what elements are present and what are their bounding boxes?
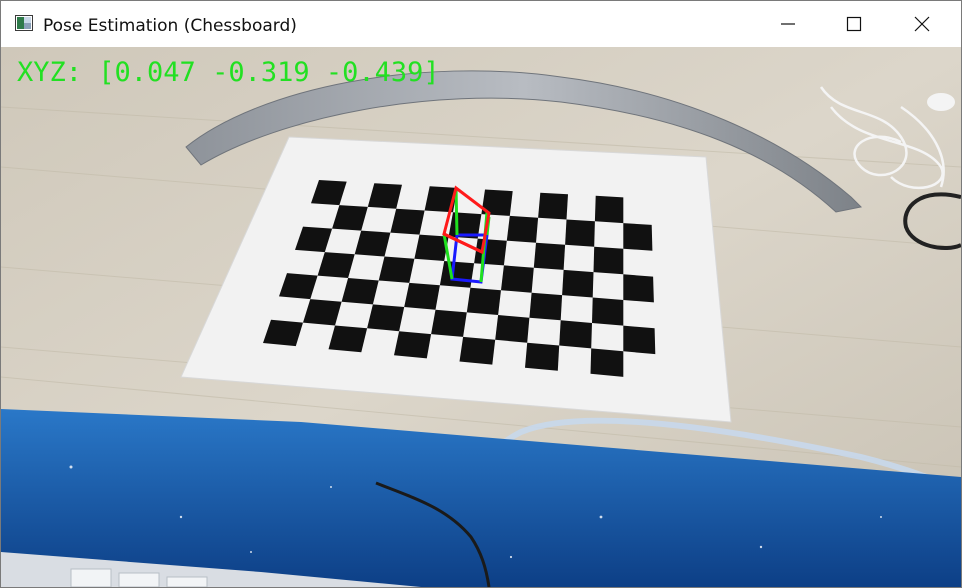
chessboard-square [501, 265, 534, 293]
chessboard-square [394, 331, 432, 359]
chessboard-square [404, 282, 440, 310]
chessboard-square [378, 256, 415, 283]
minimize-button[interactable] [765, 1, 811, 47]
title-bar[interactable]: Pose Estimation (Chessboard) [1, 1, 961, 47]
app-window: Pose Estimation (Chessboard) XYZ: [0.047… [0, 0, 962, 588]
chessboard-square [495, 315, 530, 343]
chessboard-square [466, 287, 501, 315]
chessboard-square [459, 336, 496, 365]
chessboard-square [506, 215, 539, 243]
camera-frame [1, 47, 961, 587]
chessboard-square [594, 195, 624, 224]
maximize-button[interactable] [831, 1, 877, 47]
earbud [927, 93, 955, 111]
maximize-icon [846, 16, 862, 32]
chessboard-square [341, 278, 379, 305]
pose-xyz-readout: XYZ: [0.047 -0.319 -0.439] [17, 57, 440, 88]
chessboard-square [623, 325, 656, 355]
chessboard-square [529, 292, 563, 321]
chessboard-square [590, 348, 624, 377]
chessboard-square [562, 269, 594, 298]
chessboard-square [593, 246, 624, 275]
pose-edge-y3 [454, 187, 459, 236]
window-title: Pose Estimation (Chessboard) [43, 16, 297, 36]
close-icon [914, 16, 930, 32]
window-app-icon [15, 15, 33, 31]
chessboard-square [390, 208, 425, 235]
close-button[interactable] [899, 1, 945, 47]
chessboard-square [431, 309, 467, 337]
chessboard-square [623, 274, 654, 303]
chessboard-square [525, 342, 560, 371]
chessboard-square [565, 219, 595, 247]
chessboard-square [367, 304, 405, 332]
chessboard-square [538, 192, 568, 220]
chessboard-square [439, 261, 475, 288]
chessboard-square [592, 297, 624, 326]
camera-view: XYZ: [0.047 -0.319 -0.439] [1, 47, 961, 587]
chessboard-square [623, 223, 653, 251]
chessboard-square [533, 242, 566, 270]
chessboard-square [559, 320, 592, 349]
chessboard-square [328, 325, 368, 353]
minimize-icon [780, 16, 796, 32]
